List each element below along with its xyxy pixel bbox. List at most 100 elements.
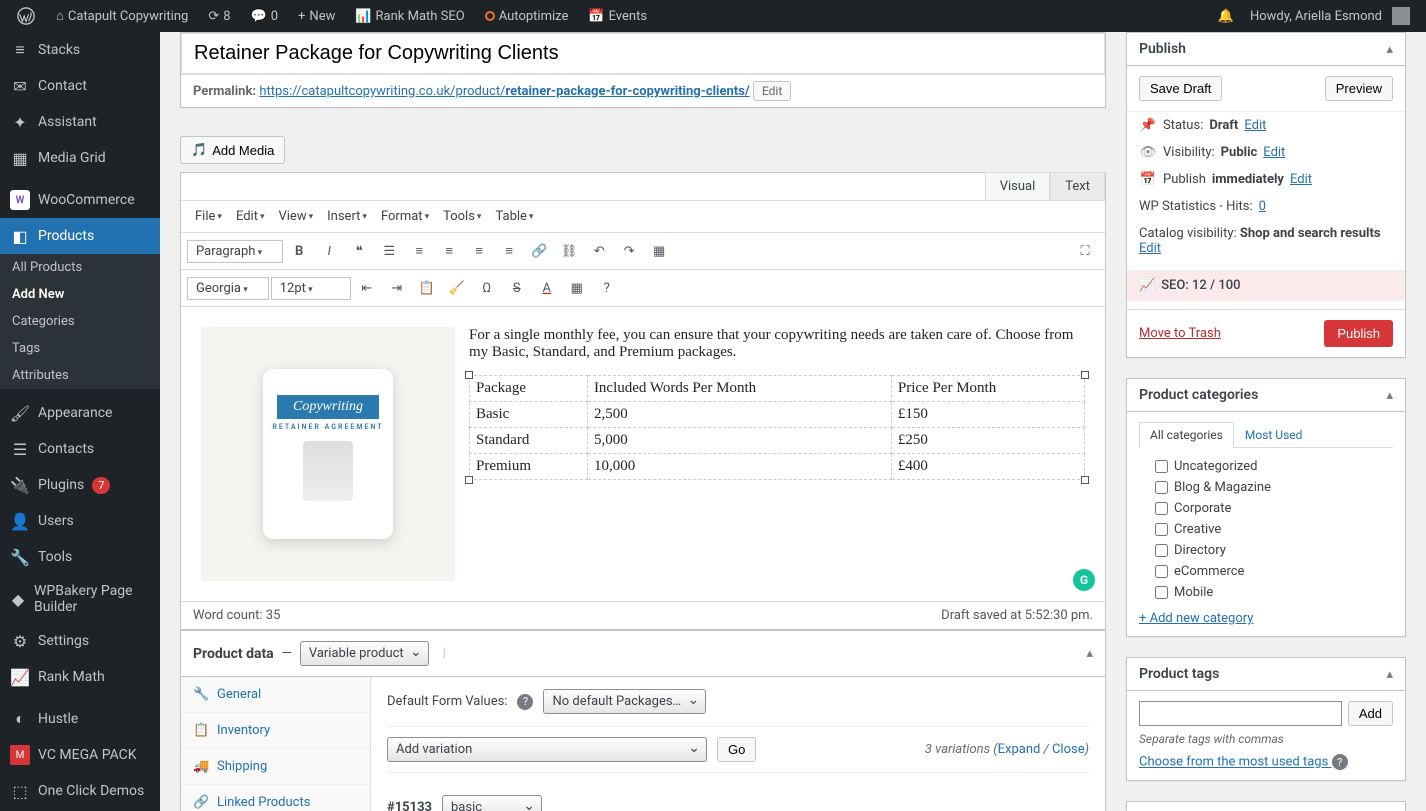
- toggle-categories[interactable]: ▴: [1386, 388, 1393, 403]
- menu-vcmega[interactable]: MVC MEGA PACK: [0, 737, 160, 773]
- menu-rankmath[interactable]: 📈Rank Math: [0, 659, 160, 695]
- category-checkbox[interactable]: [1155, 460, 1168, 473]
- edit-catalog-link[interactable]: Edit: [1139, 241, 1161, 256]
- menu-wpbakery[interactable]: ◆WPBakery Page Builder: [0, 575, 160, 623]
- tab-visual[interactable]: Visual: [985, 172, 1051, 200]
- seo-score-row[interactable]: 📈SEO: 12 / 100: [1127, 270, 1405, 301]
- add-tag-button[interactable]: Add: [1348, 701, 1393, 726]
- variation-row[interactable]: #15133 basic: [387, 785, 1089, 811]
- fullscreen-button[interactable]: ⛶: [1071, 237, 1099, 265]
- save-draft-button[interactable]: Save Draft: [1139, 76, 1222, 101]
- category-option[interactable]: Creative: [1139, 519, 1393, 540]
- account-link[interactable]: Howdy, Ariella Esmond: [1242, 0, 1418, 32]
- ol-button[interactable]: ≡: [405, 237, 433, 265]
- go-button[interactable]: Go: [717, 737, 756, 762]
- all-categories-tab[interactable]: All categories: [1139, 422, 1234, 448]
- category-checkbox[interactable]: [1155, 502, 1168, 515]
- wpstats-link[interactable]: 0: [1259, 199, 1266, 214]
- product-type-select[interactable]: Variable product: [300, 641, 429, 666]
- help-icon[interactable]: ?: [517, 694, 533, 710]
- edit-slug-button[interactable]: Edit: [753, 81, 791, 101]
- wp-logo[interactable]: [8, 0, 44, 32]
- specialchar-button[interactable]: Ω: [473, 274, 501, 302]
- edit-status-link[interactable]: Edit: [1244, 118, 1266, 133]
- tab-linked[interactable]: 🔗Linked Products: [181, 785, 370, 811]
- product-title-input[interactable]: [182, 34, 1104, 73]
- align-right-button[interactable]: ≡: [495, 237, 523, 265]
- category-checkbox[interactable]: [1155, 586, 1168, 599]
- submenu-categories[interactable]: Categories: [0, 308, 160, 335]
- category-checkbox[interactable]: [1155, 523, 1168, 536]
- menu-oneclick[interactable]: ⬚One Click Demos: [0, 773, 160, 809]
- category-option[interactable]: Directory: [1139, 540, 1393, 561]
- menu-format[interactable]: Format: [375, 205, 435, 228]
- menu-tools[interactable]: Tools: [437, 205, 487, 228]
- tab-general[interactable]: 🔧General: [181, 677, 370, 713]
- edit-visibility-link[interactable]: Edit: [1263, 145, 1285, 160]
- category-option[interactable]: Corporate: [1139, 498, 1393, 519]
- menu-assistant[interactable]: ✦Assistant: [0, 104, 160, 140]
- menu-view[interactable]: View: [272, 205, 319, 228]
- autoptimize-toolbar[interactable]: Autoptimize: [477, 0, 577, 32]
- category-option[interactable]: Uncategorized: [1139, 456, 1393, 477]
- permalink-link[interactable]: https://catapultcopywriting.co.uk/produc…: [259, 84, 749, 99]
- menu-hustle[interactable]: ◐Hustle: [0, 701, 160, 737]
- unlink-button[interactable]: ⛓: [555, 237, 583, 265]
- category-option[interactable]: eCommerce: [1139, 561, 1393, 582]
- toggle-product-data[interactable]: ▴: [1086, 646, 1093, 661]
- toggle-tags[interactable]: ▴: [1386, 667, 1393, 682]
- menu-edit[interactable]: Edit: [230, 205, 271, 228]
- add-category-link[interactable]: + Add new category: [1139, 611, 1253, 626]
- outdent-button[interactable]: ⇤: [353, 274, 381, 302]
- grammarly-icon[interactable]: G: [1073, 569, 1095, 591]
- clear-format-button[interactable]: 🧹: [443, 274, 471, 302]
- italic-button[interactable]: I: [315, 237, 343, 265]
- expand-link[interactable]: Expand: [998, 742, 1041, 757]
- align-left-button[interactable]: ≡: [435, 237, 463, 265]
- indent-button[interactable]: ⇥: [383, 274, 411, 302]
- menu-file[interactable]: File: [189, 205, 228, 228]
- product-image[interactable]: Copywriting RETAINER AGREEMENT: [201, 327, 455, 581]
- textcolor-button[interactable]: A: [533, 274, 561, 302]
- menu-users[interactable]: 👤Users: [0, 503, 160, 539]
- menu-mediagrid[interactable]: ▦Media Grid: [0, 140, 160, 176]
- category-checkbox[interactable]: [1155, 544, 1168, 557]
- submenu-attributes[interactable]: Attributes: [0, 362, 160, 389]
- default-form-select[interactable]: No default Packages…: [543, 689, 706, 714]
- ul-button[interactable]: ☰: [375, 237, 403, 265]
- add-media-button[interactable]: 🎵Add Media: [180, 136, 285, 164]
- quote-button[interactable]: ❝: [345, 237, 373, 265]
- category-option[interactable]: Mobile: [1139, 582, 1393, 603]
- variation-attribute-select[interactable]: basic: [442, 795, 542, 811]
- category-checkbox[interactable]: [1155, 565, 1168, 578]
- most-used-tab[interactable]: Most Used: [1234, 422, 1314, 447]
- menu-woocommerce[interactable]: WWooCommerce: [0, 182, 160, 218]
- menu-table[interactable]: Table: [489, 205, 539, 228]
- submenu-add-new[interactable]: Add New: [0, 281, 160, 308]
- publish-button[interactable]: Publish: [1324, 320, 1393, 347]
- notifications-icon[interactable]: 🔔: [1210, 0, 1242, 32]
- table-button[interactable]: ▦: [563, 274, 591, 302]
- paste-button[interactable]: 📋: [413, 274, 441, 302]
- tab-text[interactable]: Text: [1050, 172, 1105, 200]
- undo-button[interactable]: ↶: [585, 237, 613, 265]
- menu-contacts[interactable]: ☰Contacts: [0, 431, 160, 467]
- tab-shipping[interactable]: 🚚Shipping: [181, 749, 370, 785]
- move-to-trash-link[interactable]: Move to Trash: [1139, 326, 1221, 341]
- intro-paragraph[interactable]: For a single monthly fee, you can ensure…: [469, 327, 1085, 361]
- updates-link[interactable]: ⟳8: [200, 0, 238, 32]
- bold-button[interactable]: B: [285, 237, 313, 265]
- packages-table[interactable]: Package Included Words Per Month Price P…: [469, 375, 1085, 480]
- font-select[interactable]: Georgia: [187, 277, 269, 300]
- toolbar-toggle-button[interactable]: ▦: [645, 237, 673, 265]
- editor-canvas[interactable]: Copywriting RETAINER AGREEMENT For a sin…: [181, 307, 1105, 601]
- menu-appearance[interactable]: 🖌Appearance: [0, 395, 160, 431]
- format-select[interactable]: Paragraph: [187, 240, 283, 263]
- variation-action-select[interactable]: Add variation: [387, 737, 707, 762]
- close-link[interactable]: Close: [1052, 742, 1085, 757]
- menu-products[interactable]: ◧Products: [0, 218, 160, 254]
- submenu-all-products[interactable]: All Products: [0, 254, 160, 281]
- choose-tags-link[interactable]: Choose from the most used tags ?: [1139, 754, 1348, 770]
- rankmath-toolbar[interactable]: 📊Rank Math SEO: [347, 0, 472, 32]
- comments-link[interactable]: 💬0: [243, 0, 287, 32]
